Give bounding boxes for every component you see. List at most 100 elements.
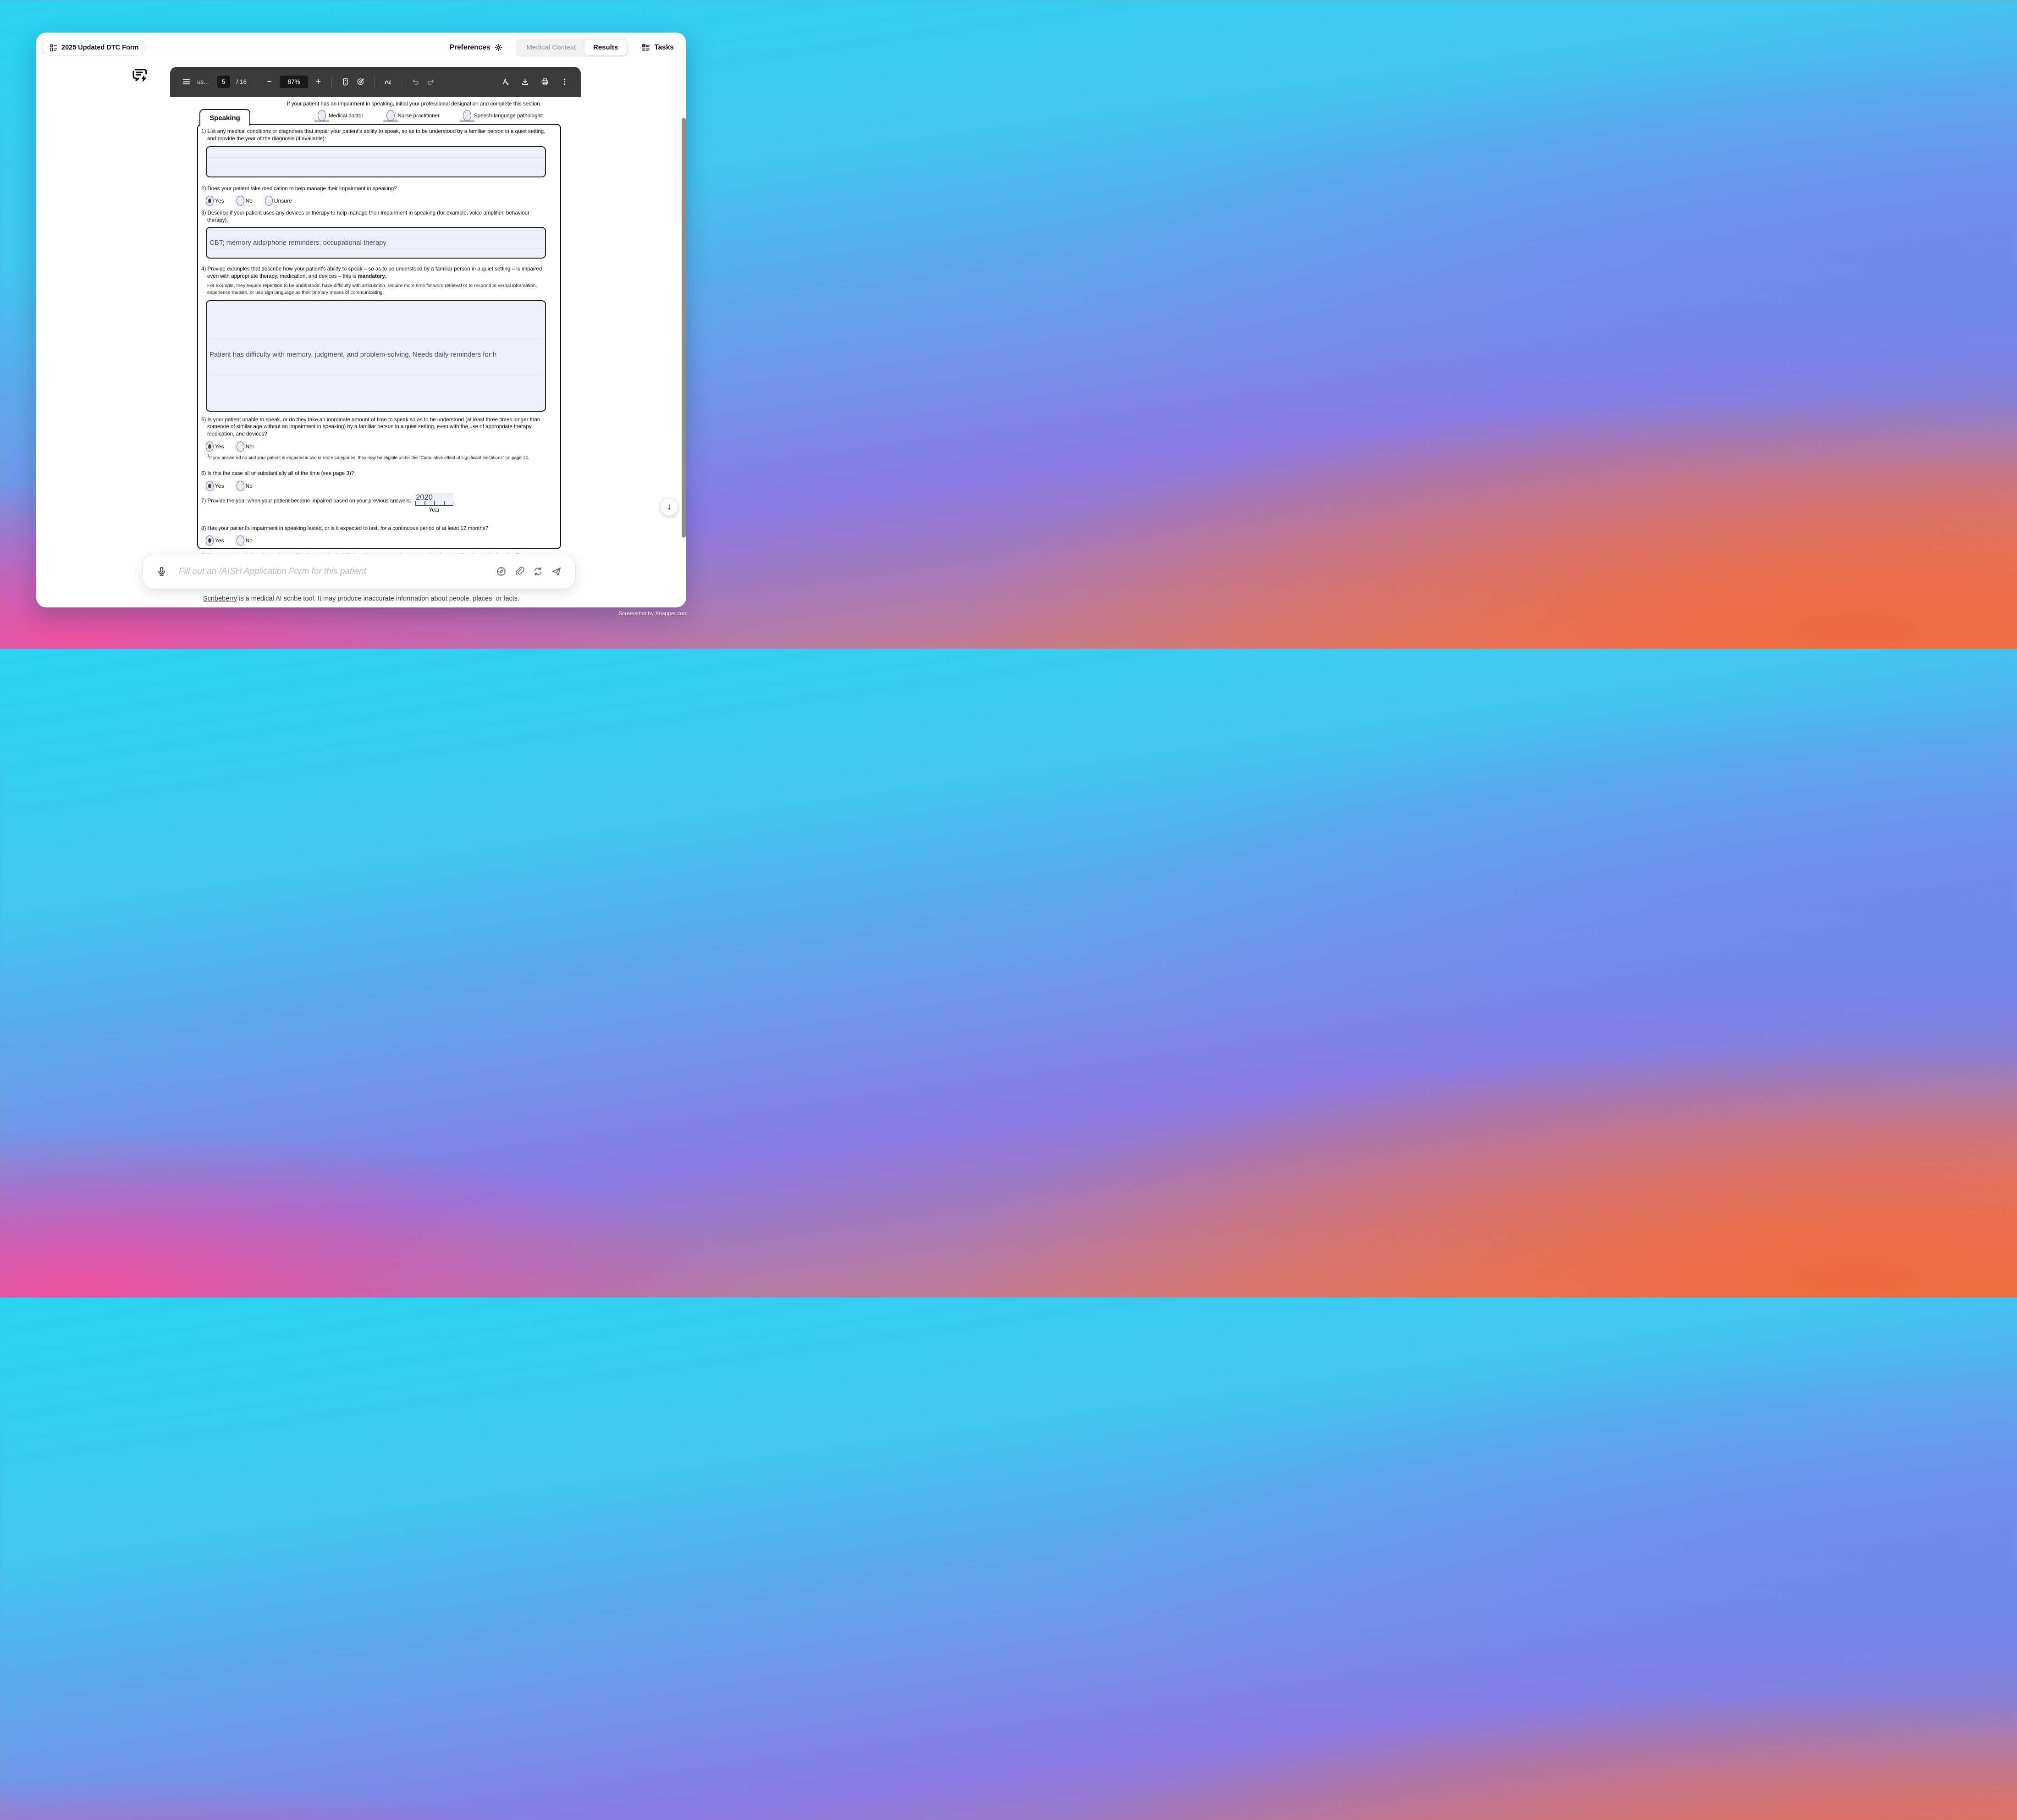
toolbar-divider	[331, 76, 332, 88]
section-intro: If your patient has an impairment in spe…	[273, 101, 555, 107]
microphone-icon[interactable]	[156, 566, 167, 577]
scroll-down-button[interactable]: ↓	[661, 498, 678, 516]
radio-circle[interactable]	[206, 481, 214, 491]
radio-circle[interactable]	[463, 110, 471, 121]
download-icon[interactable]	[521, 77, 529, 86]
question-8-text: 8) Has your patient's impairment in spea…	[201, 525, 550, 532]
watermark: Screenshot by Xnapper.com	[618, 610, 688, 617]
radio-circle[interactable]	[237, 481, 244, 491]
view-switcher: Medical Context Results	[516, 38, 628, 57]
radio-circle[interactable]	[265, 196, 273, 206]
mandatory-bold: mandatory.	[358, 273, 386, 279]
radio-nurse-practitioner[interactable]: Nurse practitioner	[386, 110, 440, 121]
print-icon[interactable]	[540, 77, 549, 86]
preferences-label: Preferences	[450, 44, 490, 52]
fit-page-icon[interactable]	[341, 77, 350, 86]
radio-circle[interactable]	[386, 110, 395, 121]
redo-icon[interactable]	[426, 77, 435, 86]
question-6-text: 6) Is this the case all or substantially…	[201, 470, 550, 477]
compass-icon[interactable]	[496, 566, 507, 577]
radio-no[interactable]: No	[237, 481, 253, 491]
q7-year-label: Year	[429, 507, 440, 513]
radio-circle[interactable]	[237, 441, 244, 452]
footnote-marker: 1	[253, 444, 254, 448]
radio-yes[interactable]: Yes	[206, 535, 224, 546]
question-3-textarea[interactable]: CBT; memory aids/phone reminders; occupa…	[206, 227, 546, 259]
question-3-value: CBT; memory aids/phone reminders; occupa…	[207, 239, 389, 247]
q7-year-group: 2020 Year	[415, 493, 453, 513]
tab-results[interactable]: Results	[584, 40, 627, 55]
pdf-viewer: us... 5 / 16 − 87% +	[170, 67, 581, 560]
question-5-options: Yes No1	[206, 441, 550, 452]
radio-circle[interactable]	[237, 535, 244, 546]
document-title: 2025 Updated DTC Form	[61, 44, 138, 51]
app-window: 2025 Updated DTC Form Preferences Medica…	[36, 33, 686, 607]
scribeberry-link[interactable]: Scribeberry	[203, 595, 237, 602]
designation-options: Medical doctor Nurse practitioner Speech…	[318, 110, 555, 121]
zoom-out-button[interactable]: −	[265, 77, 273, 86]
question-4-value: Patient has difficulty with memory, judg…	[207, 301, 545, 358]
radio-circle[interactable]	[206, 196, 214, 206]
radio-speech-language-pathologist[interactable]: Speech-language pathologist	[463, 110, 543, 121]
radio-medical-doctor[interactable]: Medical doctor	[318, 110, 363, 121]
radio-circle[interactable]	[318, 110, 326, 121]
zoom-in-button[interactable]: +	[314, 77, 322, 86]
form-icon	[49, 44, 58, 52]
speaking-section: 1) List any medical conditions or diagno…	[197, 124, 561, 549]
rotate-icon[interactable]	[356, 77, 365, 86]
down-arrow-icon: ↓	[667, 502, 672, 512]
disclaimer: Scribeberry is a medical AI scribe tool.…	[36, 595, 686, 602]
draw-icon[interactable]	[384, 77, 392, 86]
chat-input[interactable]: Fill out an /AISH Application Form for t…	[179, 567, 496, 577]
speaking-tab: Speaking	[199, 109, 250, 126]
header-actions: Preferences Medical Context Results Task…	[450, 38, 674, 57]
pdf-page: If your patient has an impairment in spe…	[170, 97, 581, 560]
question-4-note: For example, they require repetition to …	[207, 282, 550, 296]
preferences-button[interactable]: Preferences	[450, 43, 503, 52]
tasks-button[interactable]: Tasks	[641, 43, 674, 52]
question-4-textarea[interactable]: Patient has difficulty with memory, judg…	[206, 300, 546, 412]
tasks-icon	[641, 43, 650, 52]
pdf-filename: us...	[197, 78, 209, 85]
page-number-input[interactable]: 5	[217, 76, 230, 88]
q7-year-field[interactable]: 2020	[415, 493, 453, 506]
send-icon[interactable]	[551, 566, 562, 577]
radio-circle[interactable]	[237, 196, 244, 206]
more-options-icon[interactable]	[560, 77, 569, 86]
question-2-options: Yes No Unsure	[206, 196, 550, 206]
gear-icon	[494, 43, 503, 52]
pdf-toolbar: us... 5 / 16 − 87% +	[170, 67, 581, 97]
radio-yes[interactable]: Yes	[206, 196, 224, 206]
question-8-options: Yes No	[206, 535, 550, 546]
question-7-row: 7) Provide the year when your patient be…	[201, 497, 550, 519]
question-4-text: 4) Provide examples that describe how yo…	[201, 265, 550, 280]
tab-medical-context[interactable]: Medical Context	[518, 40, 584, 55]
page-total: / 16	[237, 78, 247, 85]
question-1-textarea[interactable]	[206, 146, 546, 177]
chat-input-bar: Fill out an /AISH Application Form for t…	[142, 554, 576, 589]
radio-unsure[interactable]: Unsure	[265, 196, 292, 206]
radio-yes[interactable]: Yes	[206, 481, 224, 491]
chat-actions	[496, 566, 562, 577]
radio-no[interactable]: No	[237, 535, 253, 546]
paperclip-icon[interactable]	[514, 566, 525, 577]
tasks-label: Tasks	[654, 44, 674, 52]
undo-icon[interactable]	[411, 77, 420, 86]
radio-circle[interactable]	[206, 441, 214, 452]
zoom-level[interactable]: 87%	[280, 76, 308, 88]
add-text-annotation-icon[interactable]	[501, 77, 510, 86]
question-5-text: 5) Is your patient unable to speak, or d…	[201, 416, 550, 438]
disclaimer-text: is a medical AI scribe tool. It may prod…	[237, 595, 519, 602]
question-5-footnote: 1If you answered no and your patient is …	[207, 453, 550, 461]
radio-no[interactable]: No	[237, 196, 253, 206]
toolbar-divider	[374, 76, 375, 88]
question-1-text: 1) List any medical conditions or diagno…	[201, 128, 550, 143]
radio-yes[interactable]: Yes	[206, 441, 224, 452]
radio-circle[interactable]	[206, 535, 214, 546]
radio-no[interactable]: No1	[237, 441, 255, 452]
refresh-icon[interactable]	[533, 566, 543, 577]
menu-icon[interactable]	[182, 77, 191, 86]
scrollbar-thumb[interactable]	[682, 118, 686, 538]
document-title-button[interactable]: 2025 Updated DTC Form	[42, 40, 146, 55]
chat-lightning-icon[interactable]	[131, 66, 149, 85]
